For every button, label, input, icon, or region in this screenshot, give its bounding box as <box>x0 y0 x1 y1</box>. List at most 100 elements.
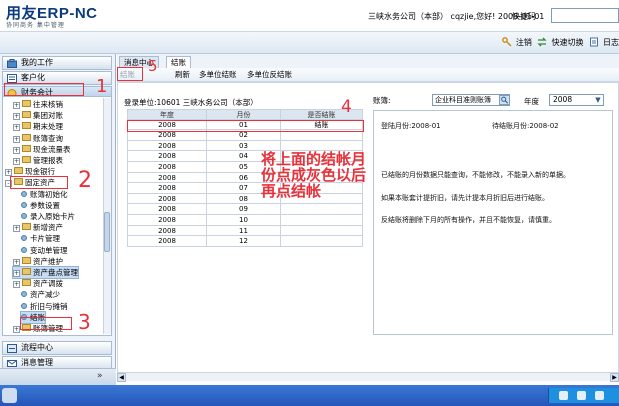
tree-item-label: 往来核销 <box>33 100 63 109</box>
message-icon <box>7 360 17 367</box>
cell-closed <box>281 236 363 247</box>
folder-icon <box>22 256 31 264</box>
tree-item[interactable]: + 资产调拨 <box>13 278 63 289</box>
annotation-box-close-button <box>117 67 143 81</box>
log-label: 日志 <box>603 38 619 47</box>
annotation-note: 将上面的结帐月 份点成灰色以后 再点结帐 <box>261 151 366 199</box>
tree-item[interactable]: + 往来核销 <box>13 99 63 110</box>
expand-icon[interactable]: + <box>13 258 20 266</box>
expand-icon[interactable]: + <box>13 113 20 121</box>
tab-closing[interactable]: 结账 <box>166 56 191 68</box>
tree-item[interactable]: 折旧与摊销 <box>21 301 68 312</box>
tree-item-label: 现金流量表 <box>33 144 71 154</box>
log-button[interactable]: 日志 <box>589 37 619 47</box>
tree-item-label: 资产调拨 <box>33 279 63 289</box>
tray-icon[interactable] <box>577 391 586 400</box>
cell-month: 10 <box>207 214 281 226</box>
expand-icon[interactable]: + <box>13 281 20 289</box>
tree-item[interactable]: + 集团对账 <box>13 110 63 121</box>
refresh-button[interactable]: 刷新 <box>175 68 190 82</box>
column-header-year: 年度 <box>127 109 207 120</box>
info-text-line: 已结账的月份数据只能查询，不能修改，不能录入新的单据。 <box>381 171 570 179</box>
log-icon <box>590 37 598 47</box>
multi-unit-close-button[interactable]: 多单位结账 <box>199 68 237 82</box>
node-icon <box>21 302 27 309</box>
tree-item[interactable]: 卡片管理 <box>21 233 60 244</box>
tree-item[interactable]: + 期末处理 <box>13 121 63 132</box>
tree-item-label: 变动单管理 <box>30 245 68 255</box>
expand-icon[interactable]: + <box>13 270 20 277</box>
expand-icon[interactable]: + <box>13 225 20 233</box>
switch-icon <box>537 37 548 47</box>
folder-icon <box>14 167 23 175</box>
node-icon <box>21 201 27 208</box>
quick-switch-button[interactable]: 快速切换 <box>537 37 586 47</box>
table-row[interactable]: 2008 12 <box>127 236 363 247</box>
node-icon <box>21 246 27 253</box>
cell-year: 2008 <box>127 193 207 205</box>
os-taskbar <box>0 385 619 406</box>
expand-icon[interactable]: + <box>13 158 20 165</box>
tree-item[interactable]: + 管理报表 <box>13 155 63 166</box>
cell-month: 11 <box>207 225 281 237</box>
cell-year: 2008 <box>127 225 207 237</box>
tree-item[interactable]: 变动单管理 <box>21 245 68 256</box>
collapse-chevron-icon[interactable]: » <box>97 371 103 381</box>
node-icon <box>21 213 27 219</box>
tree-item-label: 资产盘点管理 <box>33 268 78 277</box>
tray-icon[interactable] <box>559 391 568 400</box>
tree-item-label: 折旧与摊销 <box>30 301 68 311</box>
expand-icon[interactable]: + <box>13 102 20 109</box>
annotation-number-5: 5 <box>148 57 158 75</box>
flow-icon <box>7 344 17 353</box>
sidebar-item-flow-center[interactable]: 流程中心 <box>2 341 112 355</box>
cell-year: 2008 <box>127 161 207 173</box>
tree-scroll-thumb[interactable] <box>104 212 110 252</box>
tree-item[interactable]: + 资产维护 <box>13 256 63 267</box>
node-icon <box>21 190 27 197</box>
start-button-icon[interactable] <box>2 388 17 403</box>
quick-code-input[interactable] <box>551 8 619 23</box>
tree-item[interactable]: + 现金流量表 <box>13 144 71 155</box>
sidebar-item-my-work[interactable]: 我的工作 <box>2 56 112 70</box>
multi-unit-reverse-close-button[interactable]: 多单位反结账 <box>247 68 292 82</box>
app-header: 用友ERP-NC 协同商务 集中管理 三峡水务公司（本部） cqzjie,您好!… <box>0 0 619 32</box>
tree-item[interactable]: 录入原始卡片 <box>21 211 75 222</box>
sidebar-item-label: 流程中心 <box>21 343 53 352</box>
top-toolbar: 注销 快速切换 日志 <box>0 32 619 54</box>
tab-label: 结账 <box>171 58 186 67</box>
tree-item[interactable]: 资产减少 <box>21 289 60 300</box>
table-row[interactable]: 2008 09 <box>127 204 363 215</box>
expand-icon[interactable]: + <box>13 326 20 333</box>
annotation-box-finance <box>4 83 84 96</box>
tree-item[interactable]: + 新增资产 <box>13 222 63 233</box>
tab-bar: 消息中心 结账 <box>117 54 619 68</box>
logout-button[interactable]: 注销 <box>502 37 535 47</box>
table-row[interactable]: 2008 10 <box>127 214 363 226</box>
expand-icon[interactable]: + <box>13 135 20 143</box>
toolbar-actions: 注销 快速切换 日志 <box>499 37 619 48</box>
expand-icon[interactable]: + <box>13 146 20 154</box>
tree-item[interactable]: 账簿初始化 <box>21 189 68 200</box>
book-lookup-button[interactable] <box>499 95 510 105</box>
logo: 用友ERP-NC 协同商务 集中管理 <box>6 2 116 30</box>
horizontal-scrollbar[interactable]: ◀ ▶ <box>117 372 619 382</box>
scroll-left-icon[interactable]: ◀ <box>117 373 126 382</box>
tree-item[interactable]: + 资产盘点管理 <box>12 266 79 279</box>
chevron-down-icon[interactable]: ▼ <box>593 95 603 105</box>
annotation-note-line: 份点成灰色以后 <box>261 166 367 184</box>
scroll-right-icon[interactable]: ▶ <box>610 373 619 382</box>
cell-month: 09 <box>207 204 281 215</box>
table-row[interactable]: 2008 11 <box>127 225 363 237</box>
info-text-line: 反结账将删除下月的所有操作，并且不能恢复，请慎重。 <box>381 216 556 224</box>
login-unit-label: 登录单位:10601 三峡水务公司（本部） <box>124 98 258 107</box>
annotation-number-3: 3 <box>78 310 91 334</box>
pending-month: 待结账月份:2008-02 <box>492 122 559 130</box>
tree-item[interactable]: + 账簿查询 <box>13 133 63 144</box>
tray-icon[interactable] <box>595 391 604 400</box>
expand-icon[interactable]: + <box>13 124 20 132</box>
annotation-number-4: 4 <box>341 97 352 117</box>
tree-item[interactable]: 参数设置 <box>21 200 60 211</box>
cell-year: 2008 <box>127 236 207 247</box>
tree-item-label: 账簿初始化 <box>30 189 68 199</box>
